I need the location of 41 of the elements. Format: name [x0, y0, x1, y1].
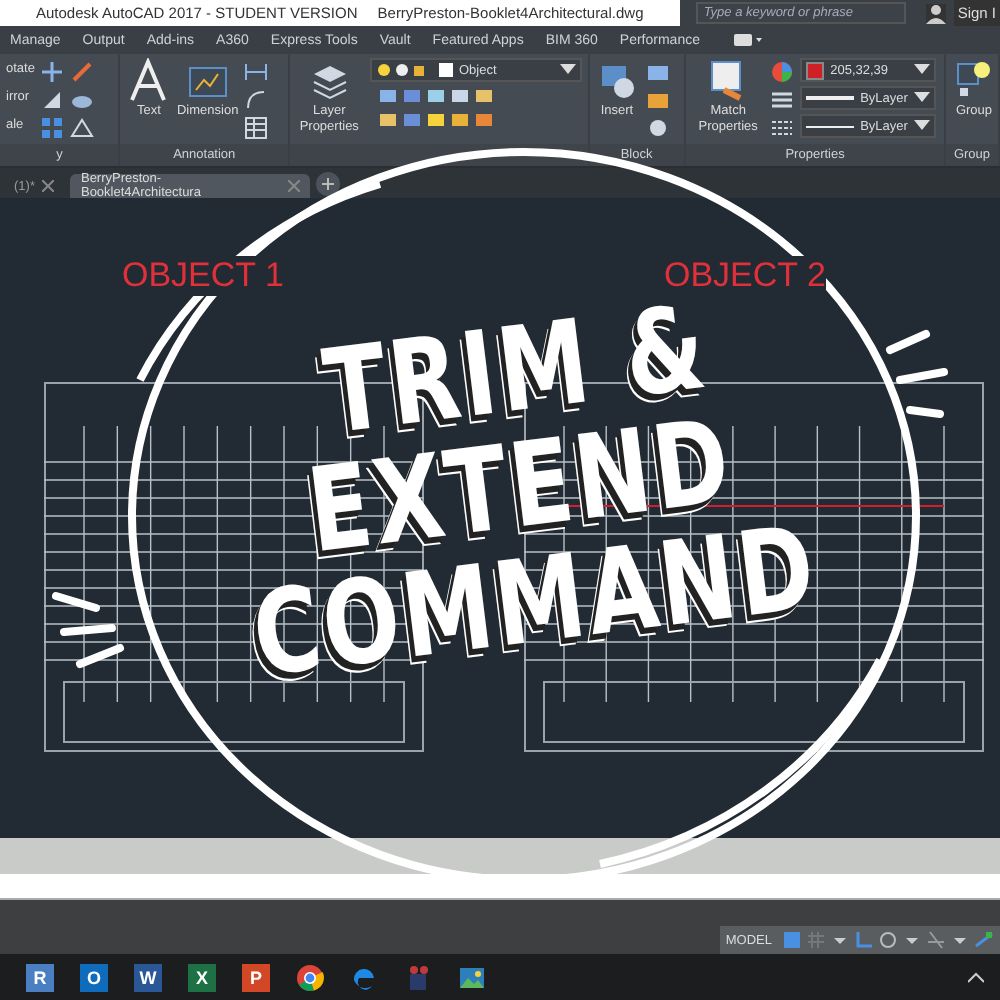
leader-icon [244, 88, 269, 112]
new-tab-icon [316, 172, 341, 196]
grid-icon[interactable] [782, 930, 802, 950]
move-icon [40, 60, 65, 84]
linear-dimension-icon [244, 60, 269, 84]
edit-block-icon [645, 88, 669, 112]
pencil-icon [70, 60, 95, 84]
app-icon[interactable]: P [242, 963, 270, 991]
object-label: OBJECT 1 [122, 256, 284, 296]
command-line-field[interactable] [0, 874, 1000, 900]
object-label: OBJECT 2 [664, 256, 826, 296]
chevron-up-icon[interactable] [968, 971, 984, 983]
film-icon[interactable] [404, 963, 432, 991]
table-icon [244, 116, 269, 140]
create-block-icon [645, 60, 669, 84]
accent-marks-drawing [52, 592, 124, 668]
browser-icon[interactable] [296, 963, 324, 991]
user-icon [925, 3, 946, 23]
close-icon [288, 180, 301, 192]
linetype-icon [770, 116, 795, 140]
array-icon [40, 116, 65, 140]
lineweight-icon [770, 88, 795, 112]
osnap-icon[interactable] [926, 930, 946, 950]
caret-icon [559, 64, 575, 76]
layer-color-icon [437, 62, 453, 78]
close-icon [42, 180, 55, 192]
camera-icon [733, 32, 762, 48]
isodraft-icon[interactable] [974, 930, 994, 950]
text-icon [126, 58, 171, 102]
accent-marks-drawing [886, 330, 948, 418]
color-wheel-icon [770, 60, 795, 84]
ortho-icon[interactable] [854, 930, 874, 950]
app-icon[interactable]: W [134, 963, 162, 991]
fillet-icon [40, 88, 65, 112]
triangle-icon [70, 116, 95, 140]
app-icon[interactable]: O [80, 963, 108, 991]
photo-icon[interactable] [458, 963, 486, 991]
attribute-icon [645, 116, 669, 140]
app-icon[interactable]: X [188, 963, 216, 991]
polar-icon[interactable] [878, 930, 898, 950]
app-icon[interactable]: R [26, 963, 54, 991]
